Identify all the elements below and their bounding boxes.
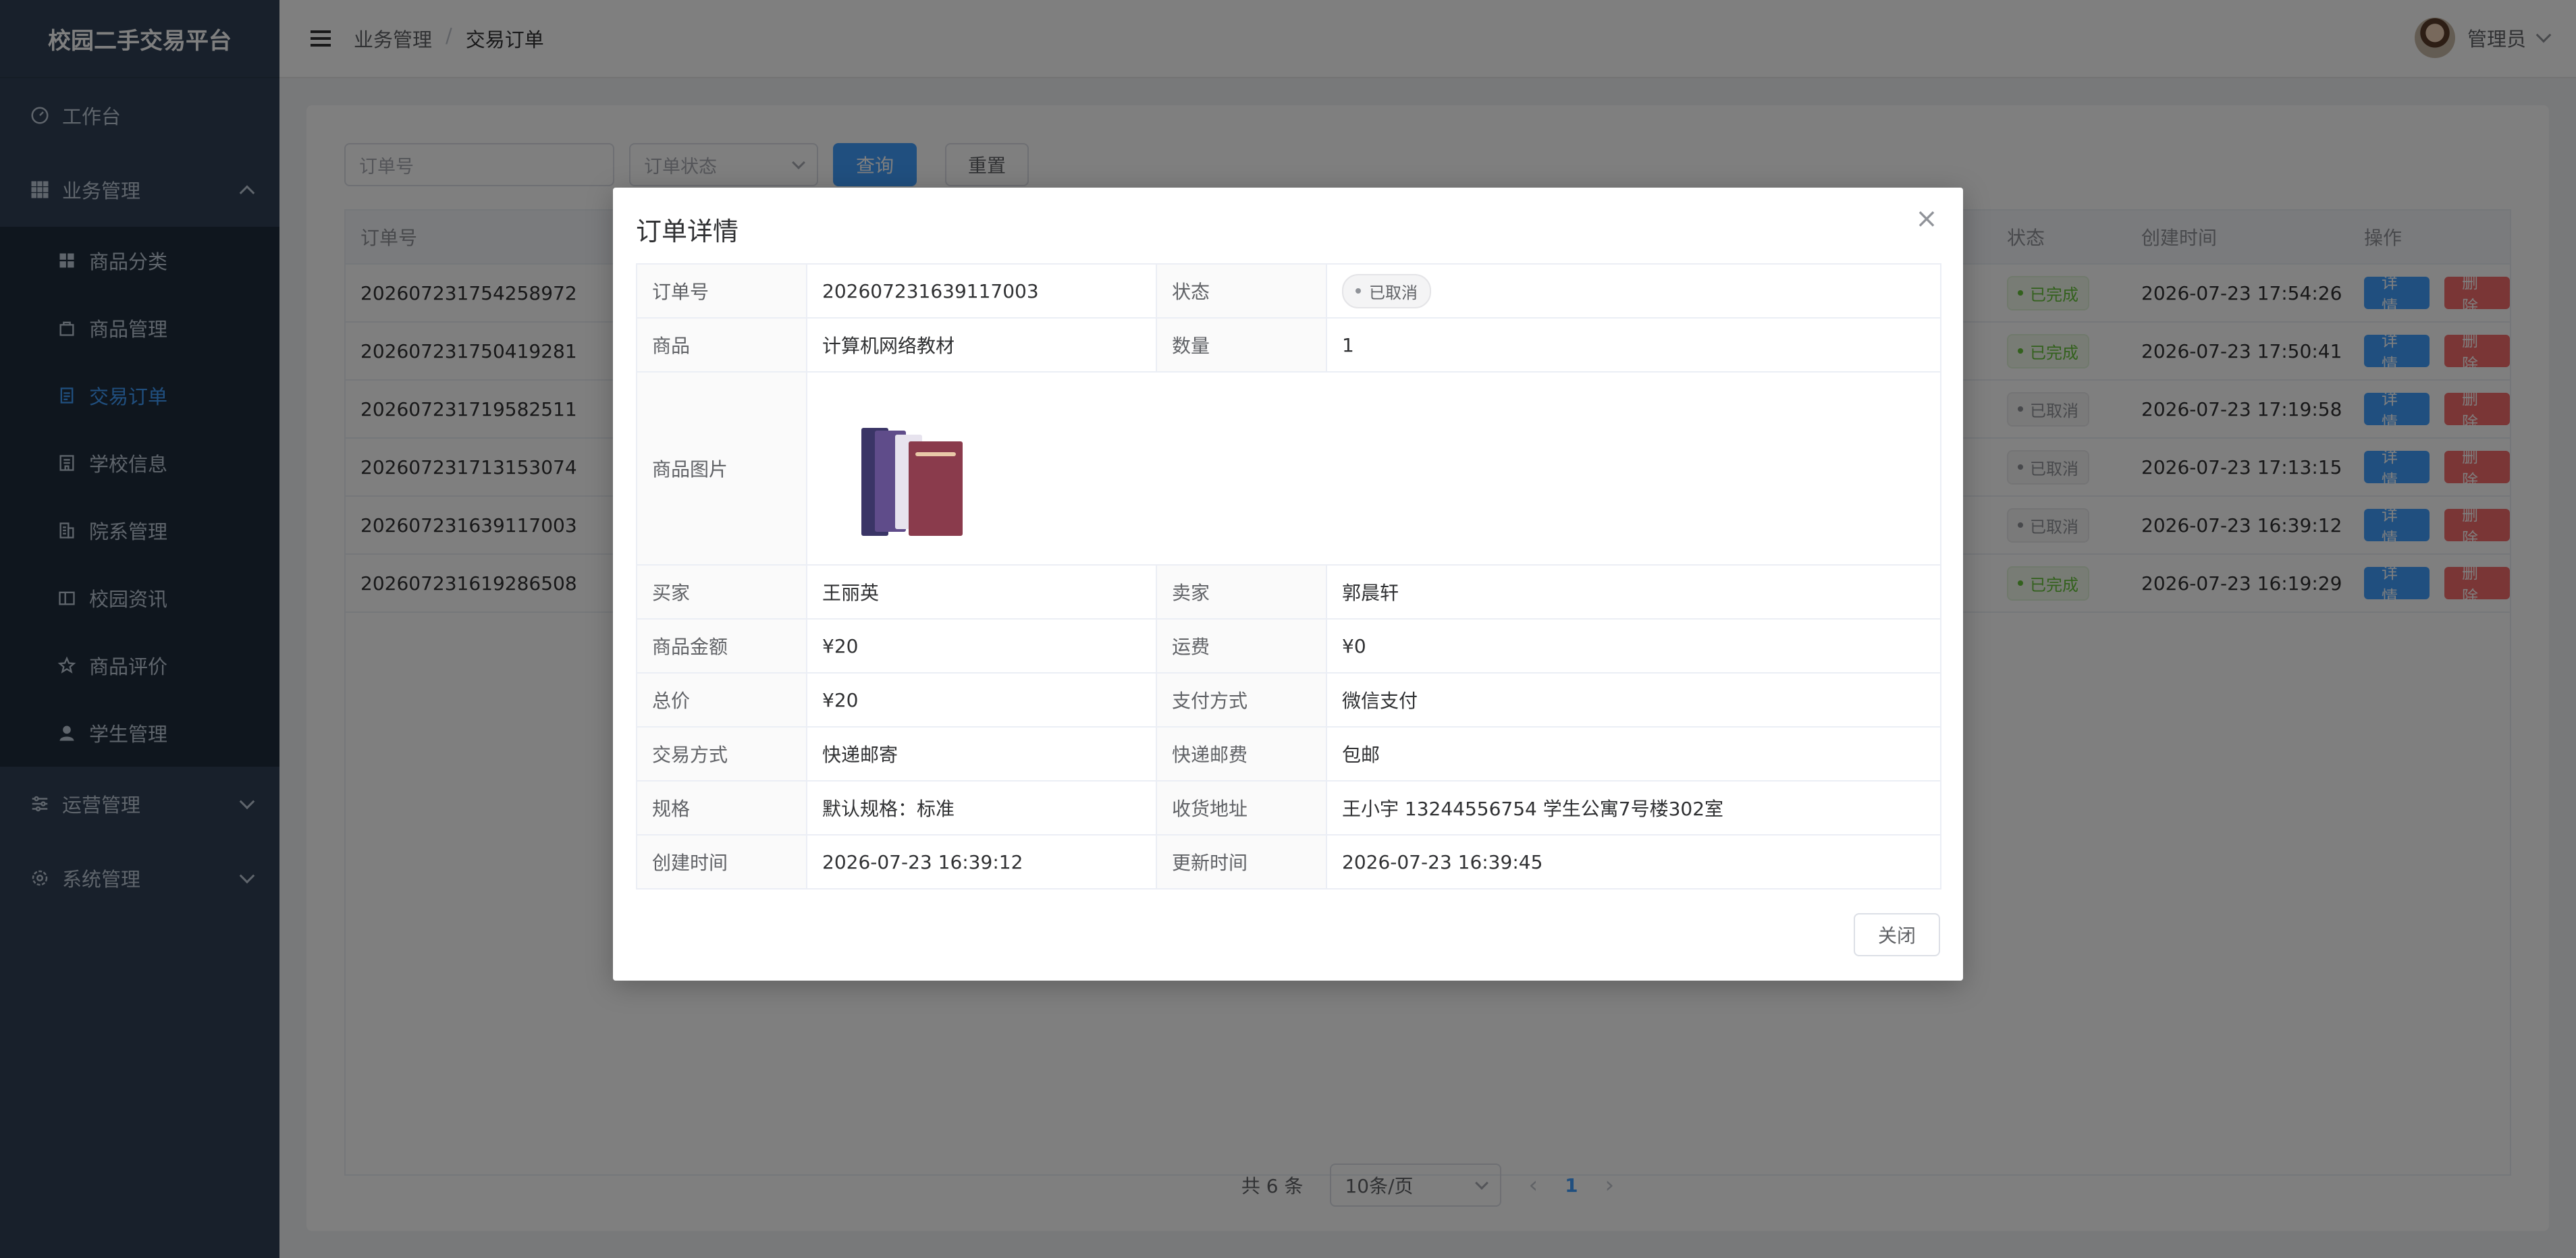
label-payment: 支付方式 [1156, 672, 1327, 728]
detail-row: 规格 默认规格：标准 收货地址 王小宇 13244556754 学生公寓7号楼3… [636, 780, 1941, 836]
detail-row: 总价 ¥20 支付方式 微信支付 [636, 672, 1941, 728]
close-icon[interactable]: × [1914, 205, 1939, 232]
label-updated: 更新时间 [1156, 834, 1327, 890]
detail-row: 买家 王丽英 卖家 郭晨轩 [636, 564, 1941, 620]
product-image[interactable] [834, 401, 969, 536]
value-trade-method: 快递邮寄 [806, 726, 1157, 782]
label-product: 商品 [636, 317, 807, 373]
label-express-fee: 快递邮费 [1156, 726, 1327, 782]
label-address: 收货地址 [1156, 780, 1327, 836]
value-express-fee: 包邮 [1326, 726, 1941, 782]
value-payment: 微信支付 [1326, 672, 1941, 728]
order-detail-dialog: 订单详情 × 订单号 202607231639117003 状态 已取消 商品 … [613, 188, 1963, 981]
app-root: 校园二手交易平台 工作台 业务管理 商品分类 商品管理 [0, 0, 2576, 1258]
status-badge: 已取消 [1342, 273, 1431, 308]
value-status: 已取消 [1326, 263, 1941, 319]
detail-row: 商品图片 [636, 371, 1941, 566]
value-total: ¥20 [806, 672, 1157, 728]
label-status: 状态 [1156, 263, 1327, 319]
label-amount: 商品金额 [636, 618, 807, 674]
value-buyer: 王丽英 [806, 564, 1157, 620]
dialog-title: 订单详情 [636, 217, 739, 246]
label-total: 总价 [636, 672, 807, 728]
label-spec: 规格 [636, 780, 807, 836]
label-created: 创建时间 [636, 834, 807, 890]
value-product-image [806, 371, 1941, 566]
value-created: 2026-07-23 16:39:12 [806, 834, 1157, 890]
detail-row: 商品金额 ¥20 运费 ¥0 [636, 618, 1941, 674]
close-button[interactable]: 关闭 [1853, 913, 1940, 956]
detail-row: 创建时间 2026-07-23 16:39:12 更新时间 2026-07-23… [636, 834, 1941, 890]
label-order-no: 订单号 [636, 263, 807, 319]
label-seller: 卖家 [1156, 564, 1327, 620]
label-product-image: 商品图片 [636, 371, 807, 566]
value-product: 计算机网络教材 [806, 317, 1157, 373]
value-quantity: 1 [1326, 317, 1941, 373]
label-quantity: 数量 [1156, 317, 1327, 373]
detail-row: 商品 计算机网络教材 数量 1 [636, 317, 1941, 373]
detail-row: 交易方式 快递邮寄 快递邮费 包邮 [636, 726, 1941, 782]
value-order-no: 202607231639117003 [806, 263, 1157, 319]
label-trade-method: 交易方式 [636, 726, 807, 782]
value-shipping: ¥0 [1326, 618, 1941, 674]
value-seller: 郭晨轩 [1326, 564, 1941, 620]
value-amount: ¥20 [806, 618, 1157, 674]
value-updated: 2026-07-23 16:39:45 [1326, 834, 1941, 890]
value-address: 王小宇 13244556754 学生公寓7号楼302室 [1326, 780, 1941, 836]
label-shipping: 运费 [1156, 618, 1327, 674]
detail-row: 订单号 202607231639117003 状态 已取消 [636, 263, 1941, 319]
order-detail-table: 订单号 202607231639117003 状态 已取消 商品 计算机网络教材… [636, 263, 1941, 890]
label-buyer: 买家 [636, 564, 807, 620]
value-spec: 默认规格：标准 [806, 780, 1157, 836]
